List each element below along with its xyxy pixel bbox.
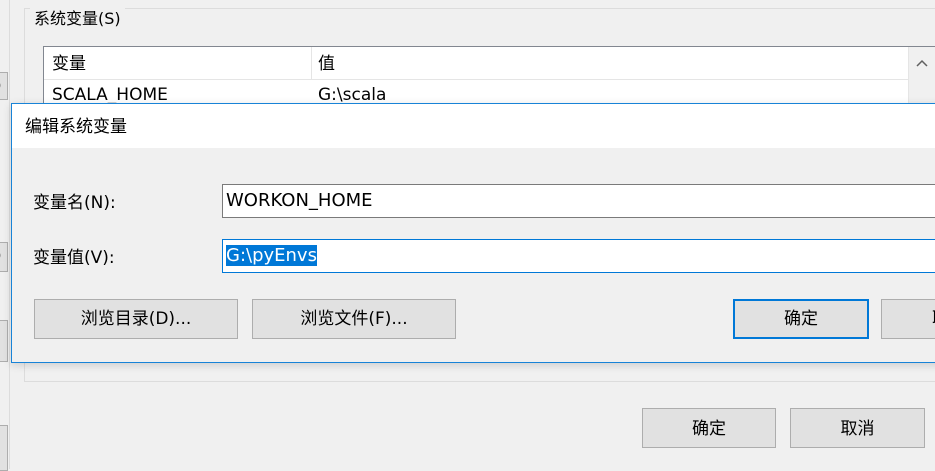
cancel-button[interactable]: 取消: [790, 408, 925, 448]
list-header: 变量 值: [44, 47, 908, 80]
dialog-cancel-button[interactable]: 取: [881, 299, 935, 339]
selected-text: G:\pyEnvs: [226, 245, 317, 266]
ok-button[interactable]: 确定: [642, 408, 776, 448]
partial-button-bottom[interactable]: [0, 425, 8, 471]
dialog-title: 编辑系统变量: [25, 117, 127, 137]
variable-value-input[interactable]: G:\pyEnvs: [222, 239, 935, 273]
browse-directory-button[interactable]: 浏览目录(D)...: [34, 299, 238, 339]
column-header-variable[interactable]: 变量: [52, 47, 86, 79]
dialog-titlebar[interactable]: 编辑系统变量: [12, 104, 935, 148]
variable-name-input[interactable]: WORKON_HOME: [222, 184, 935, 218]
column-divider[interactable]: [311, 47, 312, 79]
partial-button-lower[interactable]: [0, 320, 8, 362]
system-variables-title: 系统变量(S): [30, 8, 125, 30]
partial-button-middle[interactable]: ): [0, 242, 8, 272]
column-header-value[interactable]: 值: [318, 47, 335, 79]
browse-file-button[interactable]: 浏览文件(F)...: [252, 299, 456, 339]
partial-button-top[interactable]: ): [0, 72, 8, 100]
variable-name-label: 变量名(N):: [33, 193, 116, 213]
variable-value-label: 变量值(V):: [33, 248, 115, 268]
dialog-ok-button[interactable]: 确定: [733, 299, 869, 339]
edit-system-variable-dialog: 编辑系统变量 变量名(N): WORKON_HOME 变量值(V): G:\py…: [11, 103, 935, 363]
chevron-up-icon[interactable]: [909, 47, 935, 79]
left-edge-panel: [0, 0, 10, 469]
